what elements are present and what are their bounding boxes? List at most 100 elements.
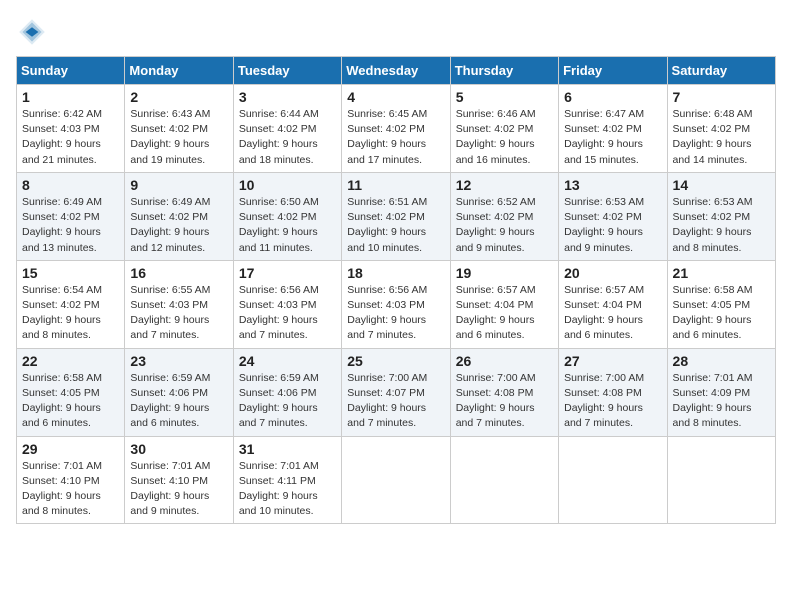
day-info: Sunrise: 6:53 AM Sunset: 4:02 PM Dayligh… (564, 195, 661, 256)
calendar-cell: 12 Sunrise: 6:52 AM Sunset: 4:02 PM Dayl… (450, 172, 558, 260)
sunrise-label: Sunrise: 6:56 AM (239, 284, 319, 296)
calendar-cell: 29 Sunrise: 7:01 AM Sunset: 4:10 PM Dayl… (17, 436, 125, 524)
calendar-cell: 19 Sunrise: 6:57 AM Sunset: 4:04 PM Dayl… (450, 260, 558, 348)
calendar-header-row: SundayMondayTuesdayWednesdayThursdayFrid… (17, 57, 776, 85)
calendar-cell: 10 Sunrise: 6:50 AM Sunset: 4:02 PM Dayl… (233, 172, 341, 260)
daylight-label: Daylight: 9 hours and 15 minutes. (564, 138, 643, 165)
calendar-cell: 18 Sunrise: 6:56 AM Sunset: 4:03 PM Dayl… (342, 260, 450, 348)
sunset-label: Sunset: 4:02 PM (673, 123, 751, 135)
calendar-cell: 28 Sunrise: 7:01 AM Sunset: 4:09 PM Dayl… (667, 348, 775, 436)
sunrise-label: Sunrise: 6:43 AM (130, 108, 210, 120)
calendar-week-row: 1 Sunrise: 6:42 AM Sunset: 4:03 PM Dayli… (17, 85, 776, 173)
calendar-cell: 25 Sunrise: 7:00 AM Sunset: 4:07 PM Dayl… (342, 348, 450, 436)
daylight-label: Daylight: 9 hours and 8 minutes. (22, 490, 101, 517)
sunrise-label: Sunrise: 6:48 AM (673, 108, 753, 120)
day-number: 3 (239, 89, 336, 105)
day-info: Sunrise: 6:54 AM Sunset: 4:02 PM Dayligh… (22, 283, 119, 344)
calendar-cell: 20 Sunrise: 6:57 AM Sunset: 4:04 PM Dayl… (559, 260, 667, 348)
daylight-label: Daylight: 9 hours and 17 minutes. (347, 138, 426, 165)
sunset-label: Sunset: 4:11 PM (239, 475, 316, 487)
header-monday: Monday (125, 57, 233, 85)
logo (16, 16, 52, 48)
daylight-label: Daylight: 9 hours and 6 minutes. (673, 314, 752, 341)
sunset-label: Sunset: 4:02 PM (347, 211, 425, 223)
calendar-cell: 11 Sunrise: 6:51 AM Sunset: 4:02 PM Dayl… (342, 172, 450, 260)
sunset-label: Sunset: 4:02 PM (673, 211, 751, 223)
sunrise-label: Sunrise: 6:42 AM (22, 108, 102, 120)
header (16, 16, 776, 48)
sunrise-label: Sunrise: 6:59 AM (239, 372, 319, 384)
sunset-label: Sunset: 4:05 PM (22, 387, 100, 399)
day-number: 17 (239, 265, 336, 281)
calendar-cell (667, 436, 775, 524)
sunset-label: Sunset: 4:02 PM (22, 299, 100, 311)
sunrise-label: Sunrise: 6:57 AM (564, 284, 644, 296)
day-number: 14 (673, 177, 770, 193)
day-info: Sunrise: 6:50 AM Sunset: 4:02 PM Dayligh… (239, 195, 336, 256)
sunset-label: Sunset: 4:03 PM (347, 299, 425, 311)
day-number: 31 (239, 441, 336, 457)
daylight-label: Daylight: 9 hours and 6 minutes. (564, 314, 643, 341)
day-info: Sunrise: 7:01 AM Sunset: 4:10 PM Dayligh… (130, 459, 227, 520)
calendar-cell: 2 Sunrise: 6:43 AM Sunset: 4:02 PM Dayli… (125, 85, 233, 173)
day-number: 2 (130, 89, 227, 105)
day-info: Sunrise: 6:53 AM Sunset: 4:02 PM Dayligh… (673, 195, 770, 256)
sunset-label: Sunset: 4:02 PM (564, 123, 642, 135)
day-info: Sunrise: 7:01 AM Sunset: 4:11 PM Dayligh… (239, 459, 336, 520)
sunset-label: Sunset: 4:10 PM (22, 475, 100, 487)
sunset-label: Sunset: 4:02 PM (564, 211, 642, 223)
calendar-cell (450, 436, 558, 524)
day-info: Sunrise: 7:01 AM Sunset: 4:09 PM Dayligh… (673, 371, 770, 432)
sunrise-label: Sunrise: 6:45 AM (347, 108, 427, 120)
sunrise-label: Sunrise: 6:56 AM (347, 284, 427, 296)
sunrise-label: Sunrise: 6:52 AM (456, 196, 536, 208)
calendar-week-row: 15 Sunrise: 6:54 AM Sunset: 4:02 PM Dayl… (17, 260, 776, 348)
sunset-label: Sunset: 4:08 PM (456, 387, 534, 399)
calendar-cell: 17 Sunrise: 6:56 AM Sunset: 4:03 PM Dayl… (233, 260, 341, 348)
daylight-label: Daylight: 9 hours and 10 minutes. (347, 226, 426, 253)
sunrise-label: Sunrise: 6:49 AM (22, 196, 102, 208)
sunset-label: Sunset: 4:02 PM (239, 123, 317, 135)
calendar-cell: 9 Sunrise: 6:49 AM Sunset: 4:02 PM Dayli… (125, 172, 233, 260)
sunset-label: Sunset: 4:03 PM (239, 299, 317, 311)
calendar-cell: 27 Sunrise: 7:00 AM Sunset: 4:08 PM Dayl… (559, 348, 667, 436)
calendar-cell: 26 Sunrise: 7:00 AM Sunset: 4:08 PM Dayl… (450, 348, 558, 436)
daylight-label: Daylight: 9 hours and 7 minutes. (130, 314, 209, 341)
day-info: Sunrise: 6:51 AM Sunset: 4:02 PM Dayligh… (347, 195, 444, 256)
sunrise-label: Sunrise: 7:00 AM (347, 372, 427, 384)
logo-icon (16, 16, 48, 48)
sunrise-label: Sunrise: 7:00 AM (564, 372, 644, 384)
daylight-label: Daylight: 9 hours and 7 minutes. (239, 402, 318, 429)
day-info: Sunrise: 6:58 AM Sunset: 4:05 PM Dayligh… (22, 371, 119, 432)
day-number: 6 (564, 89, 661, 105)
calendar-cell: 13 Sunrise: 6:53 AM Sunset: 4:02 PM Dayl… (559, 172, 667, 260)
day-number: 1 (22, 89, 119, 105)
calendar-cell: 30 Sunrise: 7:01 AM Sunset: 4:10 PM Dayl… (125, 436, 233, 524)
sunrise-label: Sunrise: 6:46 AM (456, 108, 536, 120)
sunrise-label: Sunrise: 6:51 AM (347, 196, 427, 208)
sunrise-label: Sunrise: 6:53 AM (673, 196, 753, 208)
calendar-week-row: 29 Sunrise: 7:01 AM Sunset: 4:10 PM Dayl… (17, 436, 776, 524)
day-info: Sunrise: 6:59 AM Sunset: 4:06 PM Dayligh… (130, 371, 227, 432)
calendar-cell: 21 Sunrise: 6:58 AM Sunset: 4:05 PM Dayl… (667, 260, 775, 348)
daylight-label: Daylight: 9 hours and 9 minutes. (456, 226, 535, 253)
day-number: 22 (22, 353, 119, 369)
day-number: 30 (130, 441, 227, 457)
day-info: Sunrise: 6:43 AM Sunset: 4:02 PM Dayligh… (130, 107, 227, 168)
day-info: Sunrise: 6:49 AM Sunset: 4:02 PM Dayligh… (130, 195, 227, 256)
sunset-label: Sunset: 4:02 PM (130, 211, 208, 223)
calendar-cell: 24 Sunrise: 6:59 AM Sunset: 4:06 PM Dayl… (233, 348, 341, 436)
sunset-label: Sunset: 4:08 PM (564, 387, 642, 399)
calendar-cell: 23 Sunrise: 6:59 AM Sunset: 4:06 PM Dayl… (125, 348, 233, 436)
day-info: Sunrise: 6:57 AM Sunset: 4:04 PM Dayligh… (564, 283, 661, 344)
calendar-cell (559, 436, 667, 524)
sunrise-label: Sunrise: 6:53 AM (564, 196, 644, 208)
sunset-label: Sunset: 4:05 PM (673, 299, 751, 311)
day-number: 23 (130, 353, 227, 369)
day-number: 7 (673, 89, 770, 105)
sunset-label: Sunset: 4:04 PM (564, 299, 642, 311)
day-number: 16 (130, 265, 227, 281)
day-number: 29 (22, 441, 119, 457)
calendar-week-row: 22 Sunrise: 6:58 AM Sunset: 4:05 PM Dayl… (17, 348, 776, 436)
sunset-label: Sunset: 4:02 PM (456, 211, 534, 223)
